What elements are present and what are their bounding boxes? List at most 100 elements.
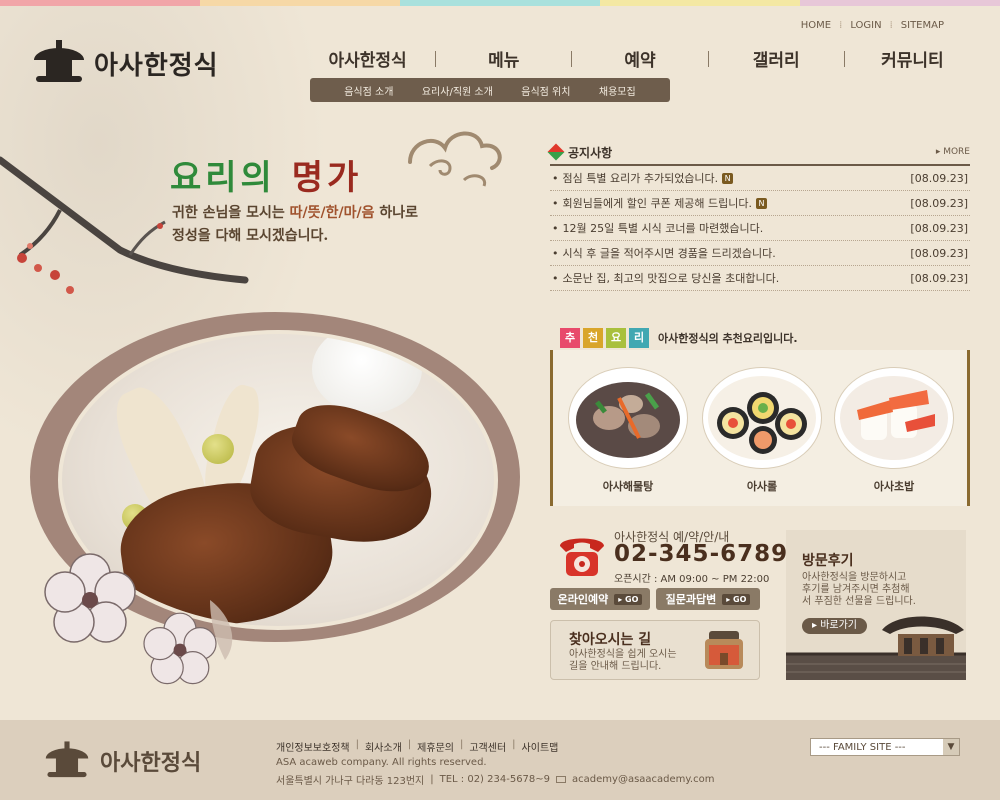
family-site-select[interactable]: --- FAMILY SITE --- ▼	[810, 738, 960, 756]
pavilion-logo-icon	[32, 40, 86, 86]
separator: |	[355, 739, 359, 750]
nav-item-gallery[interactable]: 갤러리	[709, 46, 844, 71]
footer-logo-text: 아사한정식	[100, 750, 202, 776]
visit-review-banner: 방문후기 아사한정식을 방문하시고 후기를 남겨주시면 추첨해 서 푸짐한 선물…	[786, 530, 966, 680]
footer-logo[interactable]: 아사한정식	[40, 738, 201, 784]
mail-icon	[556, 776, 567, 783]
recommend-tag: 리	[629, 328, 649, 348]
pavilion-logo-icon	[44, 741, 90, 780]
notice-row[interactable]: • 소문난 집, 최고의 맛집으로 당신을 초대합니다. [08.09.23]	[550, 266, 970, 291]
notice-text-wrap: • 회원님들에게 할인 쿠폰 제공해 드립니다. N	[552, 195, 768, 211]
notice-text-wrap: • 시식 후 글을 적어주시면 경품을 드리겠습니다.	[552, 246, 776, 261]
copyright: ASA acaweb company. All rights reserved.	[276, 757, 487, 768]
nav-item-menu[interactable]: 메뉴	[436, 46, 571, 71]
notice-date: [08.09.23]	[910, 196, 968, 210]
notice-row[interactable]: • 12월 25일 특별 시식 코너를 마련했습니다. [08.09.23]	[550, 216, 970, 241]
footer: 아사한정식 개인정보보호정책 | 회사소개 | 제휴문의 | 고객센터 | 사이트맵 A…	[0, 720, 1000, 800]
subnav-item-recruit[interactable]: 채용모집	[599, 83, 636, 98]
notice-text-wrap: • 점심 특별 요리가 추가되었습니다. N	[552, 170, 734, 186]
family-site-label: --- FAMILY SITE ---	[819, 741, 906, 753]
hero-title-word-2: 명가	[291, 158, 363, 198]
hero-sub-highlight: 따/뜻/한/마/음	[289, 205, 375, 221]
go-label: GO	[733, 594, 747, 604]
footer-link-partnership[interactable]: 제휴문의	[417, 739, 454, 754]
notice-text: 12월 25일 특별 시식 코너를 마련했습니다.	[562, 222, 764, 235]
notice-row[interactable]: • 회원님들에게 할인 쿠폰 제공해 드립니다. N [08.09.23]	[550, 191, 970, 216]
go-arrow-icon: ▸ GO	[722, 593, 751, 605]
email-text[interactable]: academy@asaacademy.com	[572, 774, 714, 785]
subnav-item-staff[interactable]: 요리사/직원 소개	[422, 83, 493, 98]
food-onion	[312, 334, 422, 414]
hero-subtitle: 귀한 손님을 모시는 따/뜻/한/마/음 하나로 정성을 다해 모시겠습니다.	[172, 202, 418, 248]
subnav-item-restaurant[interactable]: 음식점 소개	[344, 83, 393, 98]
recommend-item[interactable]: 아사해물탕	[569, 368, 687, 494]
sub-nav: 음식점 소개 요리사/직원 소개 음식점 위치 채용모집	[310, 78, 670, 102]
hero-title-word-1: 요리의	[170, 158, 276, 198]
pavilion-illustration	[786, 616, 966, 680]
login-link[interactable]: LOGIN	[850, 20, 881, 31]
more-link[interactable]: ▸ MORE	[936, 147, 970, 157]
footer-link-support[interactable]: 고객센터	[469, 739, 506, 754]
notice-header: 공지사항 ▸ MORE	[547, 140, 970, 166]
review-desc-line: 아사한정식을 방문하시고	[802, 572, 907, 583]
cloud-ornament-icon	[408, 131, 502, 187]
recommend-gallery: 아사해물탕 아사롤 아사초밥	[550, 350, 970, 506]
directions-desc-line: 아사한정식을 쉽게 오시는	[569, 649, 677, 660]
nav-item-about[interactable]: 아사한정식	[300, 46, 435, 71]
recommend-label: 아사초밥	[873, 480, 915, 493]
site-logo[interactable]: 아사한정식	[32, 40, 219, 86]
reservation-hours: 오픈시간 : AM 09:00 ~ PM 22:00	[614, 574, 770, 585]
directions-desc-line: 길을 안내해 드립니다.	[569, 661, 662, 672]
notice-row[interactable]: • 시식 후 글을 적어주시면 경품을 드리겠습니다. [08.09.23]	[550, 241, 970, 266]
reservation-phone: 02-345-6789	[614, 541, 789, 567]
recommend-tag: 천	[583, 328, 603, 348]
notice-title: 공지사항	[547, 143, 613, 161]
recommend-tag: 요	[606, 328, 626, 348]
more-link-text: MORE	[943, 147, 970, 157]
footer-link-privacy[interactable]: 개인정보보호정책	[276, 739, 350, 754]
notice-text: 시식 후 글을 적어주시면 경품을 드리겠습니다.	[562, 247, 776, 260]
nav-item-community[interactable]: 커뮤니티	[845, 46, 980, 71]
separator: |	[430, 774, 434, 785]
footer-links: 개인정보보호정책 | 회사소개 | 제휴문의 | 고객센터 | 사이트맵	[276, 739, 558, 754]
recommend-description: 아사한정식의 추천요리입니다.	[658, 332, 798, 345]
tel-text: TEL : 02) 234-5678~9	[439, 774, 551, 785]
footer-link-sitemap[interactable]: 사이트맵	[522, 739, 559, 754]
logo-text: 아사한정식	[94, 50, 219, 81]
sitemap-link[interactable]: SITEMAP	[901, 20, 944, 31]
nav-item-reservation[interactable]: 예약	[572, 46, 707, 71]
home-link[interactable]: HOME	[801, 20, 831, 31]
recommend-tag: 추	[560, 328, 580, 348]
main-nav: 아사한정식 메뉴 예약 갤러리 커뮤니티	[300, 46, 980, 71]
recommend-item[interactable]: 아사초밥	[835, 368, 953, 494]
subnav-item-location[interactable]: 음식점 위치	[521, 83, 570, 98]
notice-date: [08.09.23]	[910, 246, 968, 260]
directions-title: 찾아오시는 길	[569, 632, 652, 648]
go-label: GO	[625, 594, 639, 604]
footer-link-company[interactable]: 회사소개	[365, 739, 402, 754]
online-reservation-button[interactable]: 온라인예약 ▸ GO	[550, 588, 650, 610]
strip-segment	[600, 0, 800, 6]
notice-text-wrap: • 12월 25일 특별 시식 코너를 마련했습니다.	[552, 221, 764, 236]
utility-nav: HOME ⁞ LOGIN ⁞ SITEMAP	[801, 20, 944, 31]
hero-title: 요리의 명가	[170, 150, 362, 199]
notice-text: 소문난 집, 최고의 맛집으로 당신을 초대합니다.	[562, 272, 780, 285]
review-title: 방문후기	[802, 553, 854, 569]
chevron-down-icon: ▼	[943, 739, 959, 755]
button-label: 질문과답변	[665, 593, 717, 606]
notice-row[interactable]: • 점심 특별 요리가 추가되었습니다. N [08.09.23]	[550, 166, 970, 191]
notice-title-text: 공지사항	[568, 145, 613, 160]
qna-button[interactable]: 질문과답변 ▸ GO	[656, 588, 760, 610]
diamond-icon	[547, 143, 565, 161]
food-olive	[202, 434, 234, 464]
recommend-item[interactable]: 아사롤	[703, 368, 821, 494]
hero-sub-line-2: 정성을 다해 모시겠습니다.	[172, 228, 329, 244]
seafood-stew-image	[569, 368, 687, 468]
separator: ⁞	[839, 20, 843, 31]
notice-text: 점심 특별 요리가 추가되었습니다.	[562, 172, 719, 185]
notice-date: [08.09.23]	[910, 221, 968, 235]
notice-text-wrap: • 소문난 집, 최고의 맛집으로 당신을 초대합니다.	[552, 271, 780, 286]
directions-banner[interactable]: 찾아오시는 길 아사한정식을 쉽게 오시는 길을 안내해 드립니다.	[550, 620, 760, 680]
separator: ⁞	[889, 20, 893, 31]
notice-board: 공지사항 ▸ MORE • 점심 특별 요리가 추가되었습니다. N [08.09…	[547, 140, 970, 291]
